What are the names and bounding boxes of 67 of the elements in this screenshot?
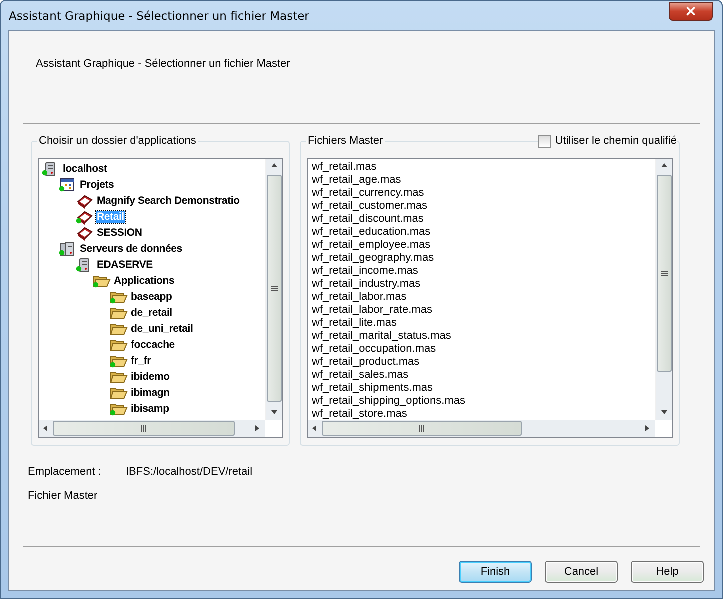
file-item[interactable]: wf_retail_lite.mas [308,317,655,330]
tree-item[interactable]: de_retail [130,307,174,319]
horizontal-scrollbar[interactable] [39,420,265,437]
scroll-thumb[interactable] [322,421,522,436]
group-label: Choisir un dossier d'applications [37,135,198,148]
file-item[interactable]: wf_retail_marital_status.mas [308,330,655,343]
checkbox-label[interactable]: Utiliser le chemin qualifié [551,135,677,148]
file-item[interactable]: wf_retail_occupation.mas [308,343,655,356]
tree-item[interactable]: Projets [79,179,116,191]
scroll-thumb[interactable] [656,175,672,372]
file-item[interactable]: wf_retail.mas [308,161,655,174]
down-arrow-icon[interactable] [660,410,668,416]
tree-item[interactable]: fr_fr [130,355,152,367]
tree-item[interactable]: ibidemo [130,371,171,383]
grip-icon [419,425,425,432]
left-arrow-icon[interactable] [312,425,318,432]
tree-item[interactable]: SESSION [96,227,144,239]
file-item[interactable]: wf_retail_industry.mas [308,278,655,291]
help-button[interactable]: Help [631,561,704,583]
up-arrow-icon[interactable] [660,162,668,170]
file-item[interactable]: wf_retail_product.mas [308,356,655,369]
file-item[interactable]: wf_retail_shipments.mas [308,382,655,395]
tree-item[interactable]: ibimagn [130,387,171,399]
window-title: Assistant Graphique - Sélectionner un fichier Master [9,9,310,23]
vertical-scrollbar[interactable] [655,159,672,420]
tree-item[interactable]: baseapp [130,291,174,303]
file-item[interactable]: wf_retail_shipping_options.mas [308,395,655,408]
file-item[interactable]: wf_retail_age.mas [308,174,655,187]
grip-icon [270,286,278,292]
file-item[interactable]: wf_retail_income.mas [308,265,655,278]
tree-item[interactable]: EDASERVE [96,259,154,271]
tree-item[interactable]: de_uni_retail [130,323,194,335]
tree-item[interactable]: localhost [62,163,108,175]
vertical-scrollbar[interactable] [265,159,282,420]
tree-item[interactable]: foccache [130,339,176,351]
file-item[interactable]: wf_retail_geography.mas [308,252,655,265]
tree-item[interactable]: Serveurs de données [79,243,184,255]
location-value: IBFS:/localhost/DEV/retail [126,466,254,478]
file-item[interactable]: wf_retail_store.mas [308,408,655,420]
checkbox[interactable] [538,135,552,148]
right-arrow-icon[interactable] [644,425,652,432]
file-item[interactable]: wf_retail_discount.mas [308,213,655,226]
file-item[interactable]: wf_retail_education.mas [308,226,655,239]
cancel-button[interactable]: Cancel [545,561,618,583]
right-arrow-icon[interactable] [254,425,262,432]
scroll-thumb[interactable] [53,421,235,436]
close-button[interactable]: × [669,2,713,21]
file-item[interactable]: wf_retail_customer.mas [308,200,655,213]
up-arrow-icon[interactable] [270,162,278,170]
tree-item[interactable]: Applications [113,275,176,287]
file-item[interactable]: wf_retail_labor.mas [308,291,655,304]
left-arrow-icon[interactable] [42,425,50,432]
scroll-thumb[interactable] [266,175,282,402]
wizard-heading: Assistant Graphique - Sélectionner un fichier Master [36,58,290,70]
location-label: Emplacement : [28,466,102,478]
file-item[interactable]: wf_retail_sales.mas [308,369,655,382]
file-item[interactable]: wf_retail_employee.mas [308,239,655,252]
master-file-label: Fichier Master [28,490,99,502]
down-arrow-icon[interactable] [270,410,278,416]
tree-item[interactable]: ibisamp [130,403,170,415]
file-item[interactable]: wf_retail_currency.mas [308,187,655,200]
grip-icon [141,425,147,432]
finish-button[interactable]: Finish [459,561,532,583]
grip-icon [660,270,668,276]
horizontal-scrollbar[interactable] [308,420,655,437]
file-item[interactable]: wf_retail_labor_rate.mas [308,304,655,317]
tree-item[interactable]: Magnify Search Demonstratio [96,195,241,207]
